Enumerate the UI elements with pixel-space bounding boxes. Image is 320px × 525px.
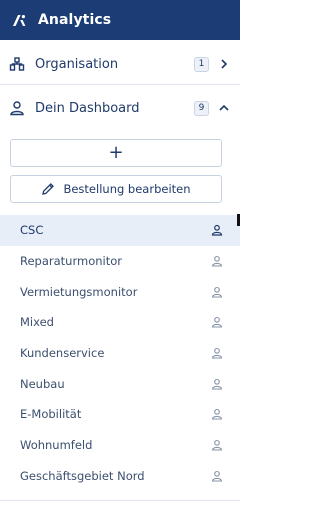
person-outline-icon (211, 378, 223, 390)
list-item-label: Kundenservice (20, 346, 105, 361)
person-outline-icon (211, 348, 223, 359)
app-header: Analytics (0, 0, 240, 40)
analytics-logo-icon (13, 15, 26, 26)
edit-order-label: Bestellung bearbeiten (63, 182, 191, 196)
section-organisation[interactable]: Organisation 1 (0, 48, 240, 80)
list-item[interactable]: Neubau (0, 368, 240, 399)
person-outline-icon (211, 225, 223, 236)
list-item-label: E-Mobilität (20, 407, 82, 422)
section-organisation-count: 1 (194, 56, 209, 72)
section-dashboard[interactable]: Dein Dashboard 9 (0, 92, 240, 124)
list-item-label: Geschäftsgebiet Nord (20, 468, 145, 483)
plus-icon: + (108, 142, 124, 163)
add-dashboard-button[interactable]: + (10, 139, 222, 167)
org-chart-icon (9, 57, 25, 71)
list-item[interactable]: CSC (0, 215, 240, 246)
app-title: Analytics (38, 12, 112, 28)
list-item[interactable]: Wohnumfeld (0, 430, 240, 461)
chevron-up-icon[interactable] (218, 102, 230, 114)
list-item-label: Wohnumfeld (20, 438, 93, 453)
list-item[interactable]: Vermietungsmonitor (0, 276, 240, 307)
list-item-label: Neubau (20, 376, 65, 391)
list-item-label: CSC (20, 223, 44, 238)
list-item-label: Reparaturmonitor (20, 254, 122, 269)
section-divider (0, 84, 240, 85)
list-item-label: Mixed (20, 315, 54, 330)
person-outline-icon (211, 317, 223, 328)
person-outline-icon (211, 409, 223, 421)
pencil-icon (42, 183, 55, 195)
list-item[interactable]: Reparaturmonitor (0, 246, 240, 277)
person-outline-icon (211, 286, 223, 298)
chevron-right-icon[interactable] (218, 58, 230, 70)
person-outline-icon (211, 470, 223, 482)
list-item[interactable]: Kundenservice (0, 338, 240, 369)
list-item[interactable]: E-Mobilität (0, 399, 240, 430)
section-dashboard-count: 9 (194, 100, 209, 116)
section-organisation-label: Organisation (35, 56, 119, 72)
person-outline-icon (211, 255, 223, 267)
list-item-label: Vermietungsmonitor (20, 284, 138, 299)
list-item[interactable]: Mixed (0, 307, 240, 338)
list-item[interactable]: Geschäftsgebiet Nord (0, 461, 240, 492)
dashboard-list: CSC Reparaturmonitor Vermietungsmonitor … (0, 215, 240, 491)
person-icon (10, 101, 24, 116)
person-outline-icon (211, 440, 223, 451)
edit-order-button[interactable]: Bestellung bearbeiten (10, 175, 222, 203)
list-bottom-divider (0, 500, 240, 501)
section-dashboard-label: Dein Dashboard (35, 100, 140, 116)
text-cursor (237, 214, 240, 226)
